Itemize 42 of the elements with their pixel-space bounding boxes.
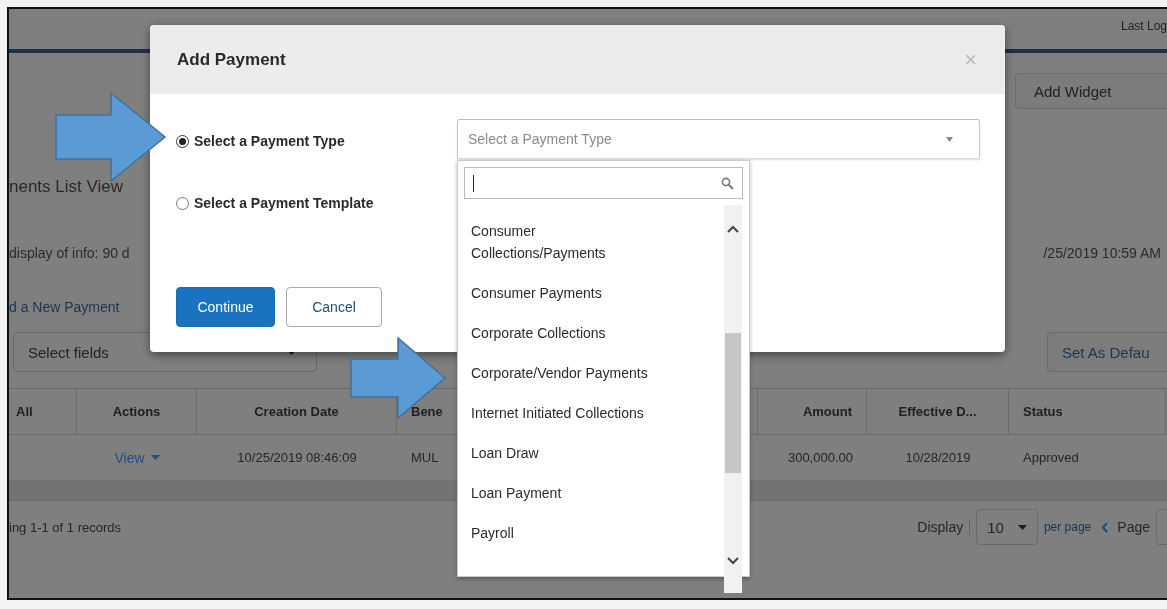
- caret-icon: [1017, 524, 1027, 530]
- cancel-button[interactable]: Cancel: [286, 287, 382, 327]
- column-header: Effective D...: [867, 389, 1009, 434]
- radio-option[interactable]: Select a Payment Type: [176, 133, 457, 149]
- dropdown-option[interactable]: Loan Draw: [464, 433, 671, 473]
- dropdown-option[interactable]: Loan Payment: [464, 473, 671, 513]
- table-cell: MUL: [411, 450, 439, 465]
- last-login-label: Last Log: [1120, 19, 1167, 33]
- search-icon: [721, 176, 734, 190]
- page-title: nents List View: [9, 177, 124, 197]
- table-cell: 10/28/2019: [905, 450, 971, 465]
- per-page-dropdown[interactable]: 10: [976, 509, 1038, 545]
- table-cell: 10/25/2019 08:46:09: [237, 450, 357, 465]
- column-header: Actions: [77, 389, 197, 434]
- column-header: Amount: [758, 389, 867, 434]
- per-page-label: per page: [1043, 520, 1092, 534]
- dropdown-option[interactable]: Consumer Payments: [464, 273, 671, 313]
- table-cell: Approved: [1023, 450, 1079, 465]
- scrollbar[interactable]: [724, 205, 742, 593]
- records-count: ing 1-1 of 1 records: [9, 519, 121, 535]
- display-label: Display: [917, 519, 971, 535]
- page-label: Page: [1117, 519, 1150, 535]
- dialog-title: Add Payment: [177, 49, 286, 70]
- caret-icon: [150, 455, 160, 460]
- scroll-down-icon[interactable]: [727, 557, 739, 565]
- table-cell: 300,000.00: [787, 450, 853, 465]
- dropdown-option[interactable]: Corporate Collections: [464, 313, 671, 353]
- dropdown-option[interactable]: Consumer Collections/Payments: [464, 220, 671, 273]
- caret-icon: [946, 136, 953, 142]
- search-field[interactable]: [464, 167, 743, 199]
- payment-type-select[interactable]: Select a Payment Type: [457, 119, 980, 159]
- radio-option[interactable]: Select a Payment Template: [176, 195, 457, 211]
- info-text: display of info: 90 d: [9, 245, 131, 261]
- add-widget-button[interactable]: Add Widget: [1015, 73, 1167, 109]
- continue-button[interactable]: Continue: [176, 287, 275, 327]
- dropdown-option[interactable]: Internet Initiated Collections: [464, 393, 671, 433]
- column-header: All: [9, 389, 77, 434]
- dropdown-option[interactable]: Payroll: [464, 513, 671, 553]
- column-header: Status: [1009, 389, 1166, 434]
- scroll-up-icon[interactable]: [727, 225, 739, 233]
- previous-page-icon[interactable]: [1101, 521, 1110, 533]
- timestamp-text: /25/2019 10:59 AM: [1043, 245, 1162, 261]
